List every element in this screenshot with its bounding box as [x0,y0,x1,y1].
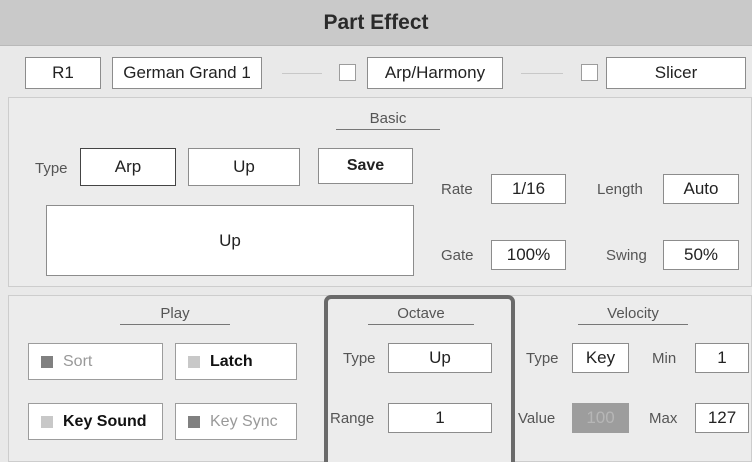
velocity-type-field[interactable]: Key [572,343,629,373]
pattern-preview: Up [46,205,414,276]
page-title: Part Effect [323,10,429,34]
velocity-max-label: Max [649,409,678,427]
gate-label: Gate [441,246,474,264]
divider [521,73,563,74]
key-sound-button[interactable]: Key Sound [28,403,163,440]
sort-button[interactable]: Sort [28,343,163,380]
gate-field[interactable]: 100% [491,240,566,270]
rate-label: Rate [441,180,473,198]
length-label: Length [597,180,643,198]
velocity-value-field: 100 [572,403,629,433]
title-bar: Part Effect [0,0,752,46]
velocity-section-label: Velocity [578,305,688,325]
divider [282,73,322,74]
save-button[interactable]: Save [318,148,413,184]
key-sound-indicator [41,415,53,428]
key-sync-indicator [188,415,200,428]
sort-label: Sort [63,352,93,370]
octave-range-field[interactable]: 1 [388,403,492,433]
length-field[interactable]: Auto [663,174,739,204]
arp-type-selector[interactable]: Arp [80,148,176,186]
play-section-label: Play [120,305,230,325]
octave-section-label: Octave [368,305,474,325]
key-sound-label: Key Sound [63,412,147,430]
basic-section-label: Basic [336,110,440,130]
rate-field[interactable]: 1/16 [491,174,566,204]
velocity-max-field[interactable]: 127 [695,403,749,433]
arp-harmony-checkbox[interactable] [339,64,356,81]
swing-field[interactable]: 50% [663,240,739,270]
velocity-min-label: Min [652,349,677,367]
basic-type-label: Type [35,159,68,177]
save-button-label: Save [346,157,385,174]
slicer-checkbox[interactable] [581,64,598,81]
arp-harmony-button[interactable]: Arp/Harmony [367,57,503,89]
sort-indicator [41,355,53,368]
arp-pattern-selector[interactable]: Up [188,148,300,186]
key-sync-label: Key Sync [210,412,278,430]
velocity-type-label: Type [526,349,559,367]
octave-type-label: Type [343,349,376,367]
key-sync-button[interactable]: Key Sync [175,403,297,440]
part-selector[interactable]: R1 [25,57,101,89]
latch-button[interactable]: Latch [175,343,297,380]
voice-selector[interactable]: German Grand 1 [112,57,262,89]
velocity-value-label: Value [518,409,556,427]
octave-range-label: Range [330,409,375,427]
slicer-button[interactable]: Slicer [606,57,746,89]
velocity-min-field[interactable]: 1 [695,343,749,373]
swing-label: Swing [606,246,647,264]
octave-type-field[interactable]: Up [388,343,492,373]
latch-label: Latch [210,352,253,370]
latch-indicator [188,355,200,368]
